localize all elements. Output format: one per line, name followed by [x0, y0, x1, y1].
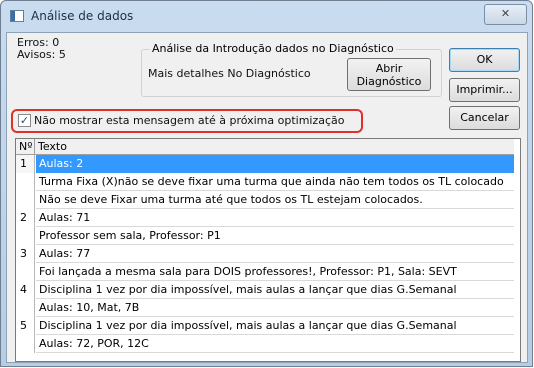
row-number: 3 — [16, 245, 35, 263]
open-diagnostic-label-2: Diagnóstico — [356, 75, 422, 88]
row-text: Aulas: 71 — [36, 209, 514, 227]
table-row[interactable]: Aulas: 10, Mat, 7B — [16, 299, 514, 317]
open-diagnostic-label-1: Abrir — [375, 62, 403, 75]
table-row[interactable]: 1 Aulas: 2 — [16, 155, 514, 173]
row-number: 4 — [16, 281, 35, 299]
close-button[interactable]: ✕ — [484, 4, 527, 25]
table-row[interactable]: Não se deve Fixar uma turma até que todo… — [16, 191, 514, 209]
row-text: Turma Fixa (X)não se deve fixar uma turm… — [36, 173, 514, 191]
row-number: 1 — [16, 155, 35, 173]
warnings-count: Avisos: 5 — [17, 48, 66, 61]
table-row[interactable]: Turma Fixa (X)não se deve fixar uma turm… — [16, 173, 514, 191]
row-number — [16, 227, 35, 245]
dialog-window: Análise de dados ✕ Erros: 0 Avisos: 5 An… — [0, 0, 533, 367]
print-button[interactable]: Imprimir... — [449, 78, 520, 102]
row-number — [16, 299, 35, 317]
messages-table[interactable]: Nº Texto 1 Aulas: 2 Turma Fixa (X)não se d… — [15, 138, 521, 362]
row-number: 2 — [16, 209, 35, 227]
table-header: Nº Texto — [16, 139, 514, 155]
row-text: Aulas: 72, POR, 12C — [36, 335, 514, 353]
dialog-body: Erros: 0 Avisos: 5 Análise da Introdução… — [6, 32, 528, 363]
dont-show-checkbox[interactable]: ✓ — [18, 114, 31, 127]
diagnostic-details-text: Mais detalhes No Diagnóstico — [148, 67, 311, 80]
table-row[interactable]: Aulas: 72, POR, 12C — [16, 335, 514, 353]
diagnostic-group: Análise da Introdução dados no Diagnósti… — [141, 42, 442, 97]
table-row[interactable]: Professor sem sala, Professor: P1 — [16, 227, 514, 245]
row-text: Professor sem sala, Professor: P1 — [36, 227, 514, 245]
window-title: Análise de dados — [31, 9, 134, 23]
ok-button[interactable]: OK — [449, 48, 520, 72]
table-row[interactable]: 4 Disciplina 1 vez por dia impossível, ma… — [16, 281, 514, 299]
row-text: Disciplina 1 vez por dia impossível, mai… — [36, 281, 514, 299]
cancel-button[interactable]: Cancelar — [449, 106, 520, 130]
column-header-number[interactable]: Nº — [16, 139, 35, 154]
diagnostic-group-title: Análise da Introdução dados no Diagnósti… — [150, 42, 396, 55]
column-header-text[interactable]: Texto — [35, 139, 514, 154]
close-icon: ✕ — [500, 7, 511, 20]
title-bar[interactable]: Análise de dados ✕ — [1, 1, 532, 31]
row-number — [16, 173, 35, 191]
row-text: Foi lançada a mesma sala para DOIS profe… — [36, 263, 514, 281]
row-text: Aulas: 10, Mat, 7B — [36, 299, 514, 317]
app-icon — [10, 10, 24, 22]
row-number — [16, 191, 35, 209]
table-row[interactable]: 2 Aulas: 71 — [16, 209, 514, 227]
row-number: 5 — [16, 317, 35, 335]
row-text: Disciplina 1 vez por dia impossível, mai… — [36, 317, 514, 335]
open-diagnostic-button[interactable]: Abrir Diagnóstico — [347, 58, 431, 91]
dont-show-checkbox-label[interactable]: Não mostrar esta mensagem até à próxima … — [34, 114, 345, 127]
table-row[interactable]: 5 Disciplina 1 vez por dia impossível, ma… — [16, 317, 514, 335]
row-number — [16, 335, 35, 353]
table-row[interactable]: Foi lançada a mesma sala para DOIS profe… — [16, 263, 514, 281]
row-text: Não se deve Fixar uma turma até que todo… — [36, 191, 514, 209]
row-text: Aulas: 2 — [36, 155, 514, 173]
table-row[interactable]: 3 Aulas: 77 — [16, 245, 514, 263]
row-number — [16, 263, 35, 281]
row-text: Aulas: 77 — [36, 245, 514, 263]
